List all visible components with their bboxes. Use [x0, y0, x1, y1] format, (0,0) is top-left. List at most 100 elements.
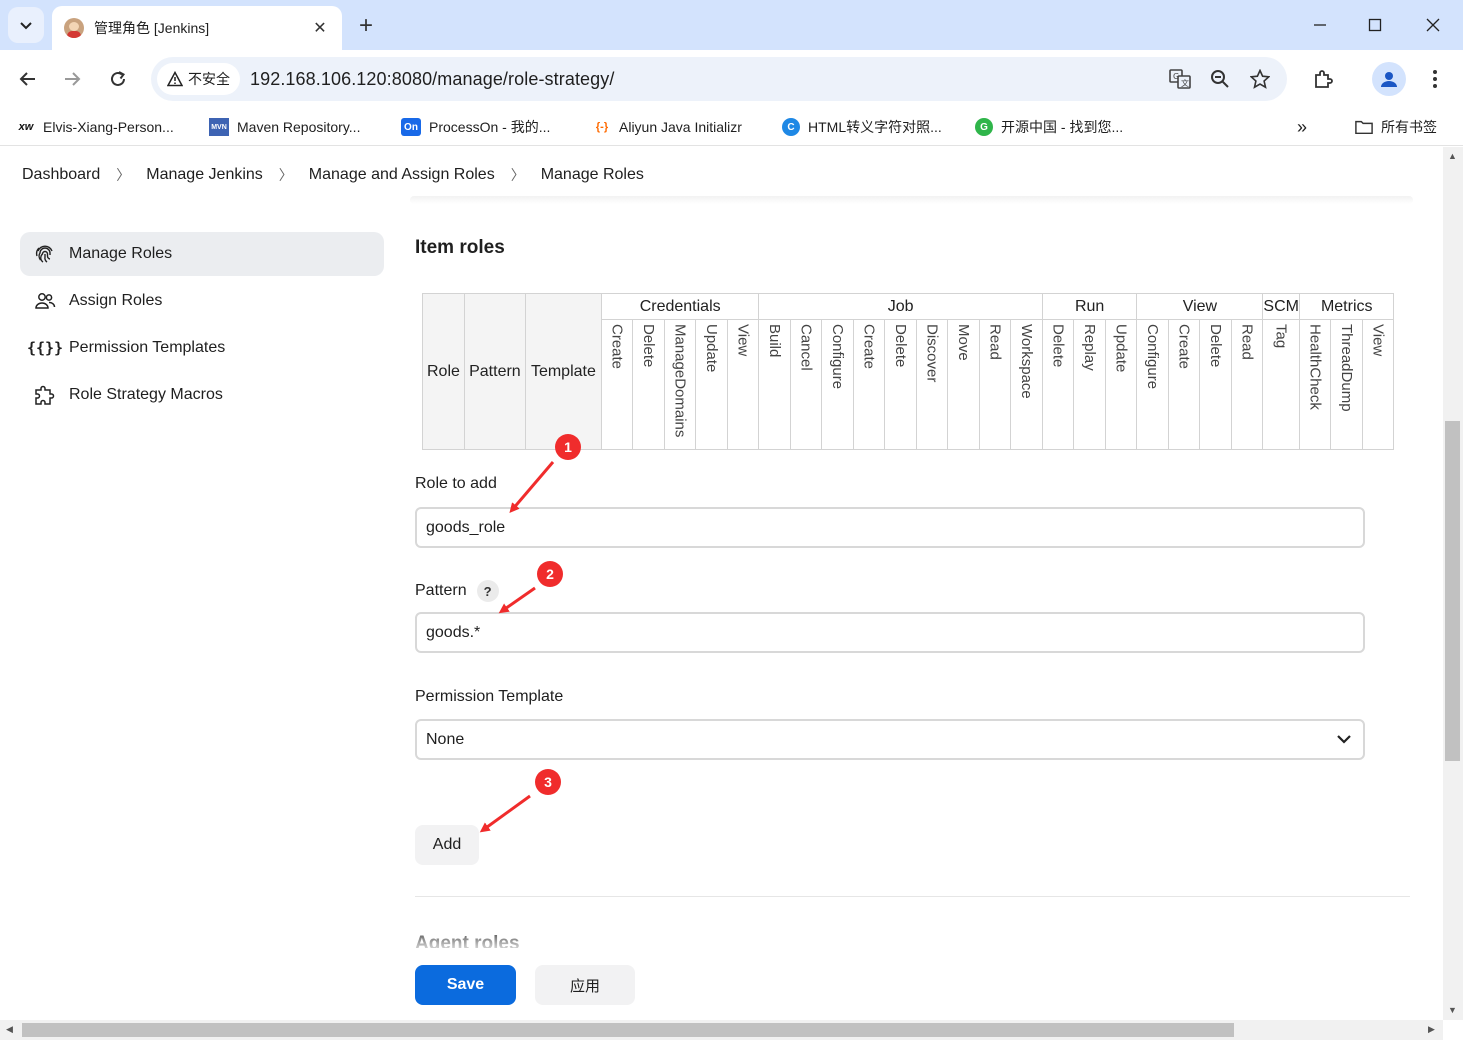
- security-chip[interactable]: 不安全: [157, 63, 240, 95]
- sidebar: Manage Roles Assign Roles {{}} Permissio…: [20, 232, 384, 420]
- scroll-left-arrow-icon[interactable]: ◀: [6, 1024, 13, 1035]
- permission-column-label: ThreadDump: [1338, 324, 1356, 412]
- permission-column-label: Configure: [829, 324, 847, 390]
- section-shadow: [410, 196, 1413, 204]
- chevron-right-icon: 〉: [510, 167, 525, 183]
- breadcrumb: Dashboard 〉 Manage Jenkins 〉 Manage and …: [0, 147, 1443, 203]
- section-divider: [415, 896, 1410, 897]
- horizontal-scrollbar[interactable]: ◀ ▶: [0, 1020, 1443, 1040]
- sidebar-item-assign-roles[interactable]: Assign Roles: [20, 279, 384, 323]
- browser-tab[interactable]: 管理角色 [Jenkins] ✕: [52, 6, 342, 50]
- permission-column-label: Configure: [1144, 324, 1162, 390]
- people-icon: [34, 290, 56, 312]
- permission-column-credentials-create: Create: [600, 319, 634, 450]
- scroll-up-arrow-icon[interactable]: ▲: [1448, 151, 1457, 161]
- column-header-template: Template: [524, 293, 602, 450]
- permission-column-label: Create: [1175, 324, 1193, 370]
- tab-search-button[interactable]: [8, 7, 44, 43]
- bookmark-star-icon[interactable]: [1246, 65, 1274, 93]
- menu-kebab-icon[interactable]: [1418, 62, 1452, 96]
- breadcrumb-manage-jenkins[interactable]: Manage Jenkins: [146, 166, 263, 184]
- permission-column-job-configure: Configure: [821, 319, 854, 450]
- permission-column-job-discover: Discover: [915, 319, 949, 450]
- role-to-add-input[interactable]: [415, 507, 1365, 548]
- reload-icon[interactable]: [101, 62, 135, 96]
- permission-column-view-create: Create: [1167, 319, 1201, 450]
- profile-avatar-icon[interactable]: [1372, 62, 1406, 96]
- permission-group-credentials: Credentials: [600, 293, 760, 320]
- bookmark-item[interactable]: MVN Maven Repository...: [209, 116, 360, 138]
- permission-column-view-configure: Configure: [1136, 319, 1169, 450]
- add-role-button[interactable]: Add: [415, 825, 479, 865]
- browser-toolbar: 不安全 192.168.106.120:8080/manage/role-str…: [0, 50, 1463, 108]
- address-bar[interactable]: 不安全 192.168.106.120:8080/manage/role-str…: [151, 57, 1287, 101]
- permission-column-job-read: Read: [978, 319, 1012, 450]
- forward-icon[interactable]: [55, 62, 89, 96]
- permission-column-label: Create: [608, 324, 626, 370]
- sidebar-item-role-strategy-macros[interactable]: Role Strategy Macros: [20, 373, 384, 417]
- window-close-icon[interactable]: [1418, 10, 1448, 40]
- horizontal-scroll-thumb[interactable]: [22, 1023, 1234, 1037]
- back-icon[interactable]: [11, 62, 45, 96]
- item-roles-permission-table: Role Pattern Template Credentials Job Run View…: [422, 293, 1395, 450]
- permission-column-view-delete: Delete: [1199, 319, 1232, 450]
- bookmark-item[interactable]: G 开源中国 - 找到您...: [975, 116, 1123, 138]
- permission-column-label: Workspace: [1018, 324, 1036, 399]
- permission-column-job-move: Move: [947, 319, 980, 450]
- bookmark-item[interactable]: xw Elvis-Xiang-Person...: [17, 116, 174, 138]
- sidebar-item-manage-roles[interactable]: Manage Roles: [20, 232, 384, 276]
- permission-column-label: Delete: [1049, 324, 1067, 368]
- permission-column-label: Tag: [1272, 324, 1290, 349]
- tab-strip: 管理角色 [Jenkins] ✕ +: [0, 0, 1463, 50]
- extensions-icon[interactable]: [1306, 62, 1340, 96]
- security-label: 不安全: [188, 71, 230, 87]
- sidebar-item-permission-templates[interactable]: {{}} Permission Templates: [20, 326, 384, 370]
- translate-icon[interactable]: G文: [1166, 65, 1194, 93]
- breadcrumb-manage-assign-roles[interactable]: Manage and Assign Roles: [309, 166, 495, 184]
- vertical-scroll-thumb[interactable]: [1445, 421, 1460, 761]
- permission-column-scm-tag: Tag: [1262, 319, 1300, 450]
- apply-button[interactable]: 应用: [535, 965, 635, 1005]
- bookmark-item[interactable]: On ProcessOn - 我的...: [401, 116, 550, 138]
- zoom-icon[interactable]: [1206, 65, 1234, 93]
- breadcrumb-dashboard[interactable]: Dashboard: [22, 166, 100, 184]
- pattern-label: Pattern: [415, 582, 467, 599]
- scroll-down-arrow-icon[interactable]: ▼: [1448, 1005, 1457, 1015]
- permission-group-run: Run: [1041, 293, 1138, 320]
- close-tab-icon[interactable]: ✕: [310, 18, 330, 38]
- pattern-help-icon[interactable]: ?: [476, 580, 499, 602]
- permission-column-label: HealthCheck: [1306, 324, 1324, 410]
- permission-template-select[interactable]: None: [415, 719, 1365, 760]
- pattern-input[interactable]: [415, 612, 1365, 653]
- permission-column-label: Discover: [923, 324, 941, 383]
- breadcrumb-manage-roles[interactable]: Manage Roles: [541, 166, 644, 184]
- permission-column-label: View: [734, 324, 752, 357]
- form-footer-bar: Save 应用: [400, 948, 1443, 1020]
- permission-column-label: Build: [766, 324, 784, 358]
- vertical-scrollbar[interactable]: ▲ ▼: [1443, 147, 1463, 1020]
- permission-column-label: Move: [955, 324, 973, 361]
- permission-column-label: Cancel: [797, 324, 815, 371]
- save-button[interactable]: Save: [415, 965, 516, 1005]
- all-bookmarks-button[interactable]: 所有书签: [1355, 116, 1437, 138]
- permission-column-run-delete: Delete: [1041, 319, 1075, 450]
- new-tab-button[interactable]: +: [352, 12, 380, 40]
- scroll-right-arrow-icon[interactable]: ▶: [1428, 1024, 1435, 1035]
- minimize-icon[interactable]: [1305, 10, 1335, 40]
- mvn-logo-icon: MVN: [209, 118, 229, 136]
- maximize-icon[interactable]: [1360, 10, 1390, 40]
- bookmark-item[interactable]: C HTML转义字符对照...: [782, 116, 942, 138]
- sidebar-item-label: Assign Roles: [69, 292, 163, 309]
- xw-logo-icon: xw: [18, 121, 34, 133]
- chevron-down-icon: [20, 22, 32, 30]
- bookmark-item[interactable]: {-} Aliyun Java Initializr: [593, 116, 742, 138]
- role-to-add-label: Role to add: [415, 475, 497, 492]
- url-text[interactable]: 192.168.106.120:8080/manage/role-strateg…: [250, 69, 614, 90]
- permission-column-label: Delete: [892, 324, 910, 368]
- tab-title: 管理角色 [Jenkins]: [94, 20, 210, 36]
- bookmarks-overflow-button[interactable]: »: [1297, 116, 1307, 138]
- folder-icon: [1355, 120, 1373, 135]
- sidebar-item-label: Role Strategy Macros: [69, 386, 223, 403]
- chevron-right-icon: 〉: [278, 167, 293, 183]
- item-roles-title: Item roles: [415, 237, 505, 258]
